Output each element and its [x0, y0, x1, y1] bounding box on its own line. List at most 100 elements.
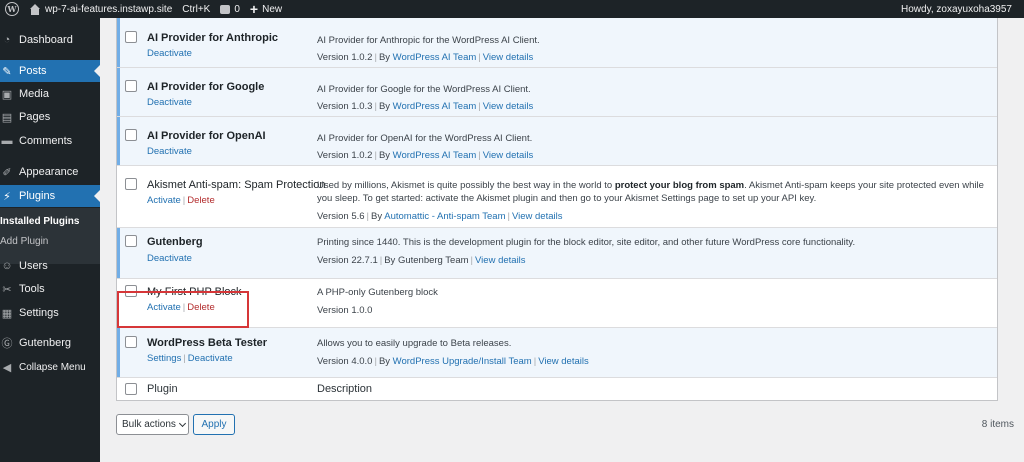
plugin-row: AI Provider for OpenAI Deactivate AI Pro…	[117, 117, 997, 166]
main-content: AI Provider for Anthropic Deactivate AI …	[100, 18, 1024, 462]
page-icon: ▤	[1, 111, 13, 124]
menu-pages[interactable]: ▤ Pages	[0, 106, 100, 128]
plugin-description: AI Provider for OpenAI for the WordPress…	[317, 133, 533, 144]
menu-comments[interactable]: ▬ Comments	[0, 130, 100, 152]
new-content-link[interactable]: + New	[245, 0, 287, 18]
plugin-checkbox[interactable]	[125, 80, 137, 92]
by-label: By	[371, 211, 383, 222]
plugin-version: Version 1.0.2	[317, 52, 373, 63]
menu-label: Posts	[19, 65, 47, 77]
deactivate-link[interactable]: Deactivate	[147, 253, 192, 264]
menu-media[interactable]: ▣ Media	[0, 83, 100, 105]
users-icon: ☺	[1, 260, 13, 272]
menu-plugins[interactable]: ⚡ Plugins	[0, 185, 100, 207]
menu-posts[interactable]: ✎ Posts	[0, 60, 100, 82]
view-details-link[interactable]: View details	[483, 101, 534, 112]
select-all-checkbox[interactable]	[125, 383, 137, 395]
site-name-link[interactable]: wp-7-ai-features.instawp.site	[24, 0, 177, 18]
bulk-actions-select[interactable]: Bulk actions	[116, 414, 189, 435]
plugin-checkbox[interactable]	[125, 31, 137, 43]
command-palette-shortcut[interactable]: Ctrl+K	[177, 0, 215, 18]
plugin-name: Akismet Anti-spam: Spam Protection	[147, 179, 326, 191]
by-label: By	[378, 356, 391, 367]
items-count: 8 items	[981, 419, 1014, 430]
row-actions: Deactivate	[147, 97, 192, 108]
menu-label: Settings	[19, 307, 59, 319]
settings-icon: ▦	[1, 307, 13, 320]
row-actions: Deactivate	[147, 253, 192, 264]
plugin-icon: ⚡	[3, 190, 11, 203]
author-link[interactable]: WordPress AI Team	[393, 52, 477, 63]
menu-label: Comments	[19, 135, 73, 147]
menu-label: Pages	[19, 111, 51, 123]
row-actions: Settings | Deactivate	[147, 353, 233, 364]
comment-bubble-icon	[220, 4, 231, 14]
view-details-link[interactable]: View details	[483, 52, 534, 63]
menu-label: Collapse Menu	[19, 361, 86, 373]
plugin-checkbox[interactable]	[125, 235, 137, 247]
plugin-row: AI Provider for Google Deactivate AI Pro…	[117, 68, 997, 117]
view-details-link[interactable]: View details	[483, 150, 534, 161]
description-text: Used by millions, Akismet is quite possi…	[317, 180, 613, 191]
plugin-name: WordPress Beta Tester	[147, 337, 268, 349]
collapse-icon: ◀	[2, 361, 12, 374]
new-label: New	[262, 3, 283, 15]
wordpress-logo-button[interactable]: W	[0, 0, 24, 18]
menu-gutenberg[interactable]: Ⓖ Gutenberg	[0, 332, 100, 354]
site-name: wp-7-ai-features.instawp.site	[45, 3, 173, 15]
activate-link[interactable]: Activate	[147, 195, 181, 206]
deactivate-link[interactable]: Deactivate	[147, 97, 192, 108]
row-actions: Deactivate	[147, 48, 192, 59]
delete-link[interactable]: Delete	[187, 195, 214, 206]
plugin-name: AI Provider for Anthropic	[147, 32, 278, 44]
menu-label: Dashboard	[19, 34, 73, 46]
row-actions: Deactivate	[147, 146, 192, 157]
menu-collapse[interactable]: ◀ Collapse Menu	[0, 356, 100, 378]
deactivate-link[interactable]: Deactivate	[147, 146, 192, 157]
plugin-checkbox[interactable]	[125, 129, 137, 141]
plugin-meta: Version 22.7.1 | By Gutenberg Team | View de…	[317, 255, 526, 266]
author-link[interactable]: WordPress Upgrade/Install Team	[393, 356, 532, 367]
plugin-checkbox[interactable]	[125, 178, 137, 190]
plugins-table: AI Provider for Anthropic Deactivate AI …	[116, 18, 998, 401]
account-menu[interactable]: Howdy, zoxayuxoha3957	[896, 0, 1024, 18]
plugin-description: AI Provider for Anthropic for the WordPr…	[317, 35, 540, 46]
menu-label: Media	[19, 88, 49, 100]
plugin-column-header[interactable]: Plugin	[147, 383, 178, 395]
plugin-name: AI Provider for OpenAI	[147, 130, 266, 142]
pin-icon: ✎	[2, 65, 12, 78]
settings-link[interactable]: Settings	[147, 353, 181, 364]
author-link[interactable]: WordPress AI Team	[393, 150, 477, 161]
plugin-description: AI Provider for Google for the WordPress…	[317, 84, 531, 95]
menu-tools[interactable]: ✂ Tools	[0, 278, 100, 300]
submenu-add-plugin[interactable]: Add Plugin	[0, 236, 48, 247]
admin-bar: W wp-7-ai-features.instawp.site Ctrl+K 0…	[0, 0, 1024, 18]
plugin-description: Printing since 1440. This is the develop…	[317, 237, 856, 248]
plugin-row: WordPress Beta Tester Settings | Deactivat…	[117, 328, 997, 378]
view-details-link[interactable]: View details	[538, 356, 589, 367]
menu-users[interactable]: ☺ Users	[0, 255, 100, 277]
bulk-actions-label: Bulk actions	[122, 419, 176, 430]
plugin-meta: Version 1.0.2 | By WordPress AI Team | View …	[317, 52, 534, 63]
comments-link[interactable]: 0	[215, 0, 245, 18]
gutenberg-icon: Ⓖ	[1, 338, 13, 350]
menu-settings[interactable]: ▦ Settings	[0, 302, 100, 324]
menu-appearance[interactable]: ✐ Appearance	[0, 161, 100, 183]
author-link[interactable]: Automattic - Anti-spam Team	[384, 211, 505, 222]
view-details-link[interactable]: View details	[512, 211, 563, 222]
deactivate-link[interactable]: Deactivate	[147, 48, 192, 59]
menu-label: Gutenberg	[19, 337, 71, 349]
admin-sidebar: ◔ Dashboard ✎ Posts ▣ Media ▤ Pages ▬ Co…	[0, 18, 100, 462]
menu-dashboard[interactable]: ◔ Dashboard	[0, 29, 100, 51]
plugin-name: AI Provider for Google	[147, 81, 265, 93]
by-label: By	[378, 150, 391, 161]
submenu-installed-plugins[interactable]: Installed Plugins	[0, 216, 79, 227]
plugin-checkbox[interactable]	[125, 336, 137, 348]
by-label: By	[378, 101, 391, 112]
highlight-box	[117, 291, 249, 328]
deactivate-link[interactable]: Deactivate	[188, 353, 233, 364]
media-icon: ▣	[1, 88, 13, 101]
view-details-link[interactable]: View details	[475, 255, 526, 266]
apply-button[interactable]: Apply	[193, 414, 235, 435]
author-link[interactable]: WordPress AI Team	[393, 101, 477, 112]
